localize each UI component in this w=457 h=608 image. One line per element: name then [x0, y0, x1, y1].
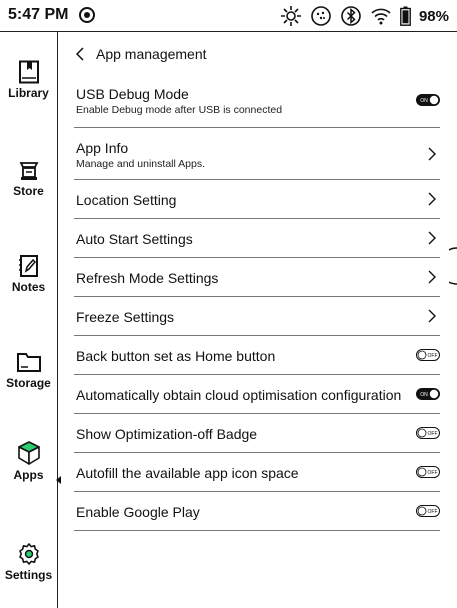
- setting-title: Enable Google Play: [76, 504, 200, 520]
- battery-percent: 98%: [418, 7, 449, 25]
- settings-list: USB Debug Mode Enable Debug mode after U…: [74, 72, 440, 531]
- mood-light-icon: [311, 6, 331, 26]
- cube-icon: [17, 441, 40, 465]
- sidebar-item-library[interactable]: Library: [0, 60, 57, 100]
- toggle-label: OFF: [428, 470, 438, 476]
- setting-title: USB Debug Mode: [76, 86, 189, 102]
- setting-auto-start[interactable]: Auto Start Settings: [74, 219, 440, 258]
- usb-debug-toggle[interactable]: ON: [416, 94, 440, 106]
- chevron-right-icon: [428, 147, 436, 161]
- setting-title: Refresh Mode Settings: [76, 270, 219, 286]
- setting-refresh-mode[interactable]: Refresh Mode Settings: [74, 258, 440, 297]
- toggle-label: ON: [420, 98, 428, 104]
- toggle-label: OFF: [428, 431, 438, 437]
- status-icons: 98%: [280, 4, 449, 28]
- setting-title: Show Optimization-off Badge: [76, 426, 258, 442]
- setting-google-play[interactable]: Enable Google Play OFF: [74, 492, 440, 531]
- wifi-icon: [371, 8, 391, 25]
- chevron-right-icon: [428, 270, 436, 284]
- setting-title: Auto Start Settings: [76, 231, 193, 247]
- brightness-icon: [280, 6, 301, 26]
- toggle-label: ON: [420, 392, 428, 398]
- setting-title: Location Setting: [76, 192, 177, 208]
- setting-cloud-optimisation[interactable]: Automatically obtain cloud optimisation …: [74, 375, 440, 414]
- optimization-badge-toggle[interactable]: OFF: [416, 427, 440, 439]
- setting-subtitle: Enable Debug mode after USB is connected: [76, 104, 283, 116]
- setting-autofill-icon-space[interactable]: Autofill the available app icon space OF…: [74, 453, 440, 492]
- sidebar-item-notes[interactable]: Notes: [0, 254, 57, 294]
- back-as-home-toggle[interactable]: OFF: [416, 349, 440, 361]
- setting-title: Freeze Settings: [76, 309, 175, 325]
- sidebar-item-settings[interactable]: Settings: [0, 542, 57, 582]
- notes-icon: [18, 255, 38, 277]
- setting-app-info[interactable]: App Info Manage and uninstall Apps.: [74, 128, 440, 180]
- store-icon: [19, 162, 38, 180]
- setting-location[interactable]: Location Setting: [74, 180, 440, 219]
- google-play-toggle[interactable]: OFF: [416, 505, 440, 517]
- sidebar-item-storage[interactable]: Storage: [0, 350, 57, 390]
- folder-icon: [16, 353, 41, 372]
- chevron-right-icon: [428, 309, 436, 323]
- chevron-right-icon: [428, 231, 436, 245]
- setting-freeze[interactable]: Freeze Settings: [74, 297, 440, 336]
- battery-icon: [400, 6, 411, 26]
- toggle-label: OFF: [428, 353, 438, 359]
- sidebar-item-label: Notes: [11, 280, 46, 294]
- page-header: App management: [74, 44, 207, 64]
- sidebar: Library Store Notes Storage Apps Setting…: [0, 32, 61, 608]
- book-icon: [18, 60, 39, 84]
- autofill-icon-space-toggle[interactable]: OFF: [416, 466, 440, 478]
- sidebar-item-store[interactable]: Store: [0, 158, 57, 198]
- sidebar-item-apps[interactable]: Apps: [0, 440, 57, 482]
- gear-icon: [18, 543, 39, 565]
- bluetooth-icon: [341, 6, 361, 26]
- page-title: App management: [96, 46, 207, 62]
- setting-title: Automatically obtain cloud optimisation …: [76, 387, 402, 403]
- sidebar-item-label: Library: [8, 86, 49, 100]
- sidebar-item-label: Store: [13, 184, 44, 198]
- selected-indicator: [56, 476, 61, 484]
- setting-subtitle: Manage and uninstall Apps.: [76, 158, 206, 170]
- setting-title: App Info: [76, 140, 129, 156]
- sidebar-item-label: Storage: [6, 376, 51, 390]
- sidebar-item-label: Apps: [13, 468, 44, 482]
- setting-title: Autofill the available app icon space: [76, 465, 299, 481]
- sidebar-item-label: Settings: [4, 568, 53, 582]
- status-bar: 5:47 PM 98%: [0, 0, 457, 32]
- toggle-label: OFF: [428, 509, 438, 515]
- cloud-optimisation-toggle[interactable]: ON: [416, 388, 440, 400]
- floating-ball-handle[interactable]: [449, 246, 457, 286]
- setting-back-as-home[interactable]: Back button set as Home button OFF: [74, 336, 440, 375]
- status-time: 5:47 PM: [8, 6, 69, 23]
- chevron-right-icon: [428, 192, 436, 206]
- back-arrow-icon[interactable]: [74, 46, 86, 62]
- setting-optimization-badge[interactable]: Show Optimization-off Badge OFF: [74, 414, 440, 453]
- do-not-disturb-icon: [79, 7, 95, 23]
- setting-usb-debug-mode[interactable]: USB Debug Mode Enable Debug mode after U…: [74, 72, 440, 128]
- setting-title: Back button set as Home button: [76, 348, 276, 364]
